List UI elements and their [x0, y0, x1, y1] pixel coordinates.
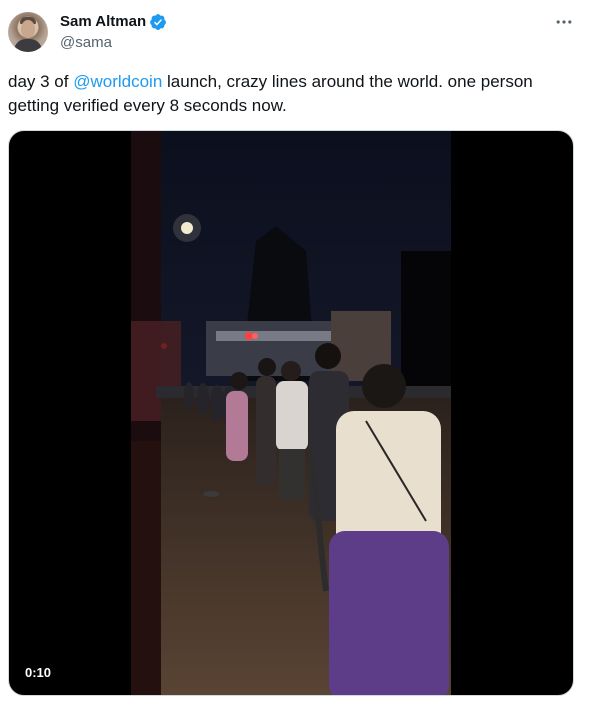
- video-frame: [131, 131, 451, 695]
- video-duration-badge: 0:10: [19, 663, 58, 682]
- avatar-shirt: [14, 39, 42, 52]
- mention-link[interactable]: @worldcoin: [73, 72, 162, 91]
- avatar[interactable]: [8, 12, 48, 52]
- tweet-text: day 3 of @worldcoin launch, crazy lines …: [8, 70, 573, 118]
- tweet: Sam Altman @sama day 3 of @worldcoin lau…: [0, 0, 590, 705]
- author-handle[interactable]: @sama: [60, 33, 112, 53]
- verified-badge-icon: [150, 14, 167, 30]
- more-horizontal-icon[interactable]: [554, 12, 574, 32]
- author-display-name[interactable]: Sam Altman: [60, 12, 146, 32]
- tweet-text-before: day 3 of: [8, 72, 74, 91]
- video-player[interactable]: 0:10: [8, 130, 574, 696]
- author-name-row[interactable]: Sam Altman: [60, 12, 167, 32]
- avatar-face: [21, 20, 35, 38]
